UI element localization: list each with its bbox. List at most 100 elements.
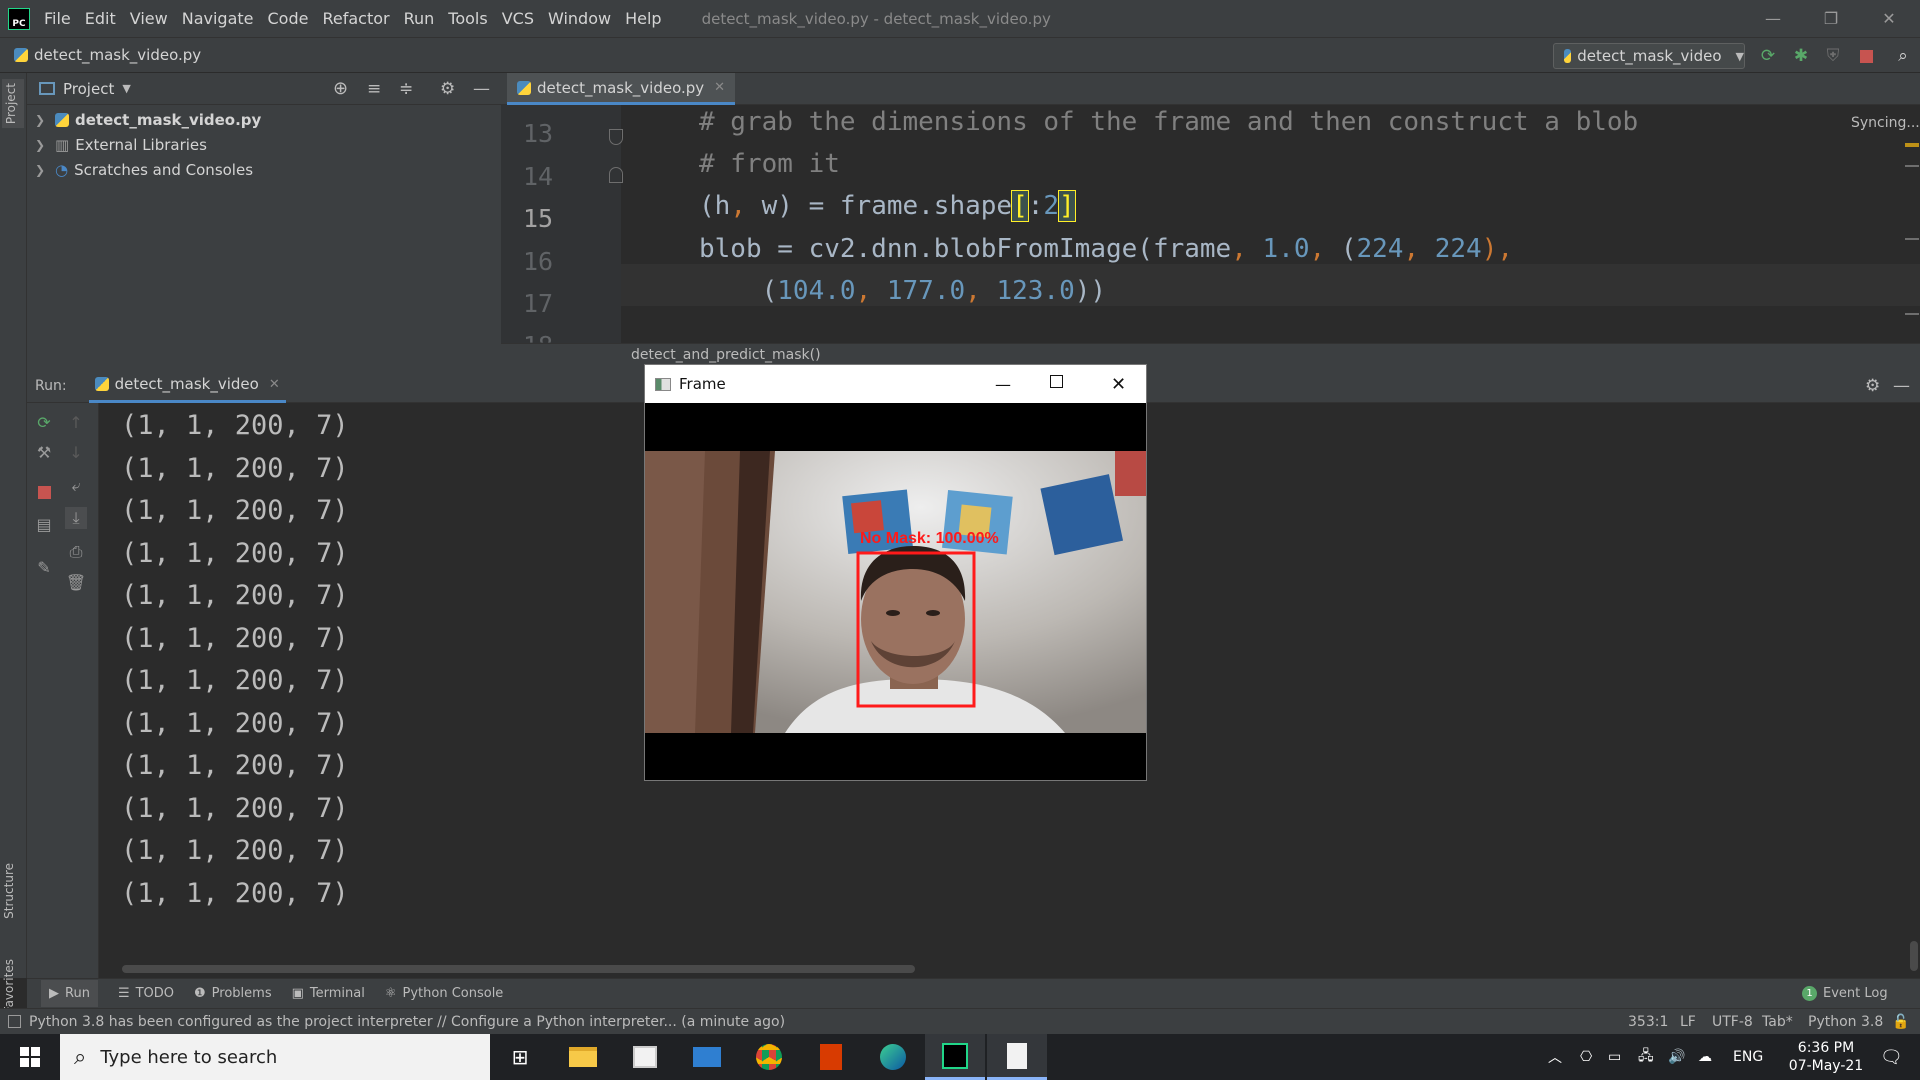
volume-icon[interactable]: 🔊 (1668, 1034, 1685, 1080)
line-separator[interactable]: LF (1680, 1014, 1696, 1030)
tab-python-console[interactable]: ⚛ Python Console (385, 986, 503, 1001)
tab-structure[interactable]: Structure (2, 863, 16, 919)
indent-setting[interactable]: Tab* (1762, 1014, 1793, 1030)
code-line-15[interactable]: (h, w) = frame.shape[:2] (699, 190, 1076, 222)
device-icon[interactable]: ⎔ (1580, 1034, 1592, 1080)
nav-file-breadcrumb[interactable]: detect_mask_video.py (14, 46, 201, 64)
arrow-up-icon[interactable]: ↑ (65, 411, 87, 433)
soft-wrap-icon[interactable]: ⤶ (65, 475, 87, 497)
coverage-button[interactable]: ⛨ (1822, 45, 1844, 67)
menu-code[interactable]: Code (268, 9, 309, 28)
pycharm-app[interactable] (925, 1034, 985, 1080)
chevron-right-icon[interactable]: ❯ (35, 113, 49, 127)
run-tab-detect-mask-video[interactable]: detect_mask_video ✕ (88, 369, 286, 403)
trash-icon[interactable]: 🗑 (65, 571, 87, 593)
print-icon[interactable]: ⎙ (65, 541, 87, 563)
code-line-13[interactable]: # grab the dimensions of the frame and t… (699, 107, 1638, 137)
office-app[interactable] (801, 1034, 861, 1080)
clock[interactable]: 6:36 PM 07-May-21 (1776, 1034, 1876, 1080)
restore-window-button[interactable]: ❐ (1802, 0, 1860, 37)
minimize-window-button[interactable]: — (1744, 0, 1802, 37)
hide-panel-icon[interactable]: — (473, 79, 490, 99)
hide-panel-icon[interactable]: — (1893, 376, 1910, 396)
tree-item-detect-mask-video[interactable]: ❯ detect_mask_video.py (35, 108, 261, 132)
pin-icon[interactable]: ✎ (33, 556, 55, 578)
toggle-tool-windows-icon[interactable] (8, 1015, 21, 1028)
chevron-right-icon[interactable]: ❯ (35, 138, 49, 152)
chevron-right-icon[interactable]: ❯ (35, 163, 49, 177)
network-icon[interactable]: 🖧 (1638, 1034, 1654, 1080)
file-explorer-app[interactable] (553, 1034, 613, 1080)
layout-icon[interactable]: ▤ (33, 513, 55, 535)
tab-terminal[interactable]: ▣ Terminal (292, 986, 365, 1001)
horizontal-scrollbar[interactable] (122, 965, 915, 973)
menu-refactor[interactable]: Refactor (322, 9, 389, 28)
caret-position[interactable]: 353:1 (1628, 1014, 1668, 1030)
task-view-button[interactable]: ⊞ (490, 1034, 550, 1080)
battery-icon[interactable]: ▭ (1608, 1034, 1621, 1080)
code-line-16[interactable]: blob = cv2.dnn.blobFromImage(frame, 1.0,… (699, 234, 1513, 264)
close-icon[interactable]: ✕ (1111, 374, 1126, 395)
menu-file[interactable]: File (44, 9, 71, 28)
gear-icon[interactable]: ⚙ (1865, 376, 1880, 396)
maximize-icon[interactable] (1050, 375, 1063, 388)
scroll-marker[interactable] (1905, 313, 1919, 315)
lock-icon[interactable]: 🔓 (1892, 1014, 1909, 1030)
tree-item-scratches[interactable]: ❯ ◔ Scratches and Consoles (35, 158, 253, 182)
tree-item-external-libraries[interactable]: ❯ ▥ External Libraries (35, 133, 207, 157)
menu-run[interactable]: Run (404, 9, 435, 28)
stop-icon[interactable] (33, 481, 55, 503)
show-hidden-icons-button[interactable]: ︿ (1548, 1034, 1562, 1080)
tab-problems[interactable]: ❶ Problems (194, 986, 272, 1001)
menu-window[interactable]: Window (548, 9, 611, 28)
chevron-down-icon[interactable]: ▼ (122, 82, 130, 95)
frame-title-bar[interactable]: Frame — ✕ (645, 365, 1146, 403)
stop-button[interactable] (1855, 45, 1877, 67)
close-tab-icon[interactable]: ✕ (269, 377, 280, 392)
file-encoding[interactable]: UTF-8 (1712, 1014, 1753, 1030)
chrome-app[interactable] (739, 1034, 799, 1080)
scroll-to-end-icon[interactable]: ⤓ (65, 507, 87, 529)
menu-navigate[interactable]: Navigate (182, 9, 254, 28)
store-app[interactable] (615, 1034, 675, 1080)
close-window-button[interactable]: ✕ (1860, 0, 1918, 37)
frame-window-app[interactable] (987, 1034, 1047, 1080)
tab-favorites[interactable]: Favorites (2, 959, 16, 1013)
menu-edit[interactable]: Edit (85, 9, 116, 28)
gear-icon[interactable]: ⚙ (440, 79, 455, 99)
start-button[interactable] (0, 1034, 60, 1080)
arrow-down-icon[interactable]: ↓ (65, 441, 87, 463)
close-tab-icon[interactable]: ✕ (714, 80, 725, 95)
tab-run[interactable]: ▶ Run (41, 980, 98, 1007)
menu-view[interactable]: View (130, 9, 168, 28)
run-configuration-select[interactable]: detect_mask_video ▼ (1553, 43, 1745, 69)
tab-detect-mask-video[interactable]: detect_mask_video.py ✕ (507, 73, 736, 105)
fold-icon[interactable] (609, 167, 623, 183)
code-line-17[interactable]: (104.0, 177.0, 123.0)) (699, 276, 1106, 306)
search-everywhere-button[interactable]: ⌕ (1892, 45, 1914, 67)
interpreter-status[interactable]: Python 3.8 (1808, 1014, 1883, 1030)
function-breadcrumb[interactable]: detect_and_predict_mask() (631, 347, 821, 363)
edge-app[interactable] (863, 1034, 923, 1080)
fold-icon[interactable] (609, 129, 623, 145)
notifications-button[interactable]: 🗨 (1880, 1034, 1903, 1080)
tab-project[interactable]: Project (2, 79, 24, 129)
collapse-all-icon[interactable]: ≑ (399, 79, 413, 99)
mail-app[interactable] (677, 1034, 737, 1080)
rerun-button[interactable]: ⟳ (1757, 45, 1779, 67)
menu-tools[interactable]: Tools (448, 9, 487, 28)
locate-file-icon[interactable]: ⊕ (333, 78, 348, 99)
menu-help[interactable]: Help (625, 9, 661, 28)
debug-button[interactable]: ✱ (1790, 45, 1812, 67)
code-line-14[interactable]: # from it (699, 149, 840, 179)
event-log-button[interactable]: 1 Event Log (1802, 986, 1888, 1001)
scroll-marker[interactable] (1905, 238, 1919, 240)
minimize-icon[interactable]: — (995, 375, 1011, 394)
project-view-label[interactable]: Project (63, 80, 114, 98)
wrench-icon[interactable]: ⚒ (33, 441, 55, 463)
onedrive-icon[interactable]: ☁ (1698, 1034, 1712, 1080)
rerun-icon[interactable]: ⟳ (33, 411, 55, 433)
warning-marker[interactable] (1905, 143, 1919, 147)
status-message[interactable]: Python 3.8 has been configured as the pr… (29, 1014, 785, 1030)
scroll-marker[interactable] (1905, 165, 1919, 167)
